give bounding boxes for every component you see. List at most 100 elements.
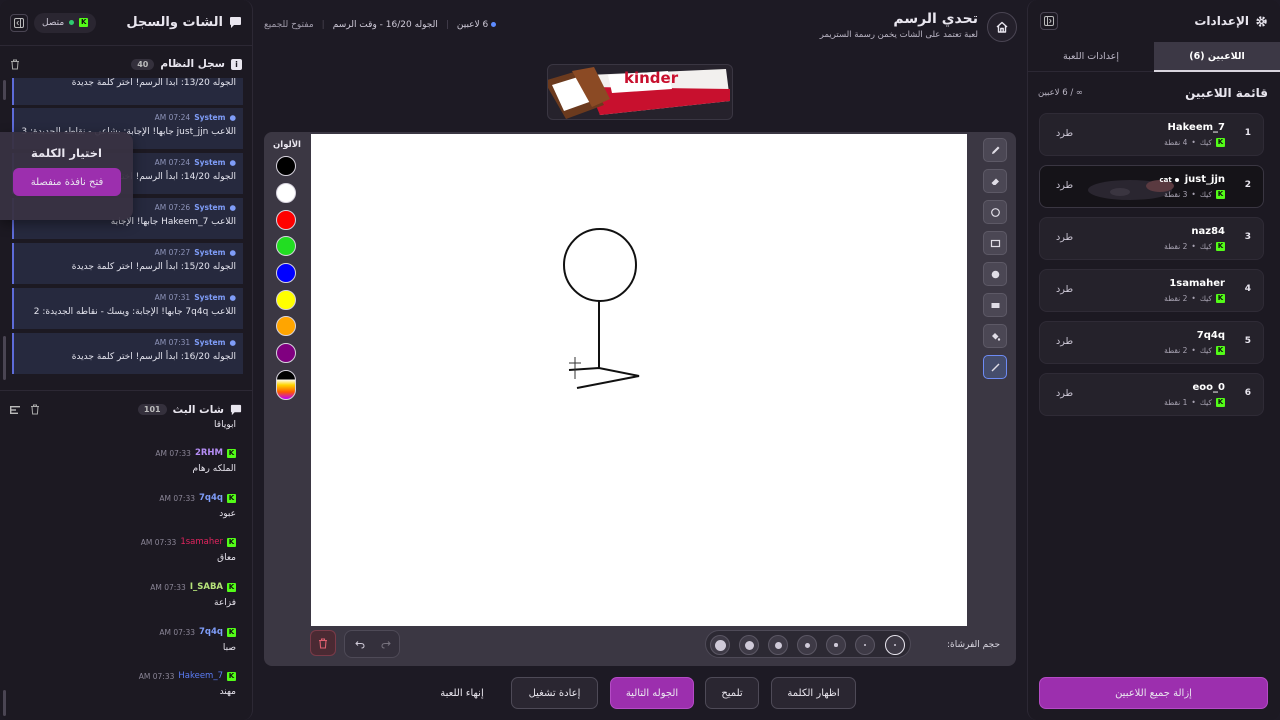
player-platform: كيك — [1199, 190, 1212, 199]
brush-size-option[interactable] — [710, 635, 730, 655]
circle-icon — [990, 207, 1001, 218]
player-name: just_jjn — [1184, 174, 1225, 185]
brush-size-option-selected[interactable] — [885, 635, 905, 655]
player-platform: كيك — [1199, 346, 1212, 355]
circle-tool[interactable] — [983, 200, 1007, 224]
chat-username[interactable]: 2RHM — [195, 448, 223, 458]
chat-message-text: مهند — [219, 687, 236, 697]
next-round-button[interactable]: الجوله التالية — [610, 677, 694, 709]
brush-size-option[interactable] — [797, 635, 817, 655]
player-rank: 4 — [1244, 284, 1251, 294]
system-message: الجوله 13/20: ابدأ الرسم! اختر كلمة جديد… — [12, 78, 243, 105]
collapse-settings-icon[interactable] — [1040, 12, 1058, 30]
home-button[interactable] — [987, 12, 1017, 42]
custom-color-picker[interactable] — [276, 370, 296, 400]
chat-username[interactable]: 7q4q — [199, 493, 223, 503]
kick-logo-icon: K — [1216, 190, 1225, 199]
players-info: 6 لاعبين — [457, 20, 497, 30]
color-swatch-blue[interactable] — [276, 263, 296, 283]
rectangle-tool[interactable] — [983, 231, 1007, 255]
brush-size-option[interactable] — [768, 635, 788, 655]
kick-player-button[interactable]: طرد — [1056, 232, 1073, 243]
color-swatch-yellow[interactable] — [276, 290, 296, 310]
drawing-canvas[interactable] — [311, 134, 967, 626]
chat-username[interactable]: 1samaher — [180, 537, 223, 547]
fill-bucket-tool[interactable] — [983, 324, 1007, 348]
undo-button[interactable] — [349, 633, 371, 655]
player-platform: كيك — [1199, 242, 1212, 251]
system-message: ● System 07:31 AM اللاعب 7q4q جابها! الإجا… — [12, 288, 243, 329]
color-swatch-black[interactable] — [276, 156, 296, 176]
system-message-time: 07:26 AM — [154, 203, 191, 212]
kick-logo-icon: K — [1216, 398, 1225, 407]
player-name: eoo_0 — [1192, 382, 1225, 393]
game-info-bar: 6 لاعبين | الجوله 16/20 - وقت الرسم | مف… — [264, 20, 497, 30]
kick-player-button[interactable]: طرد — [1056, 284, 1073, 295]
system-log-header: 40 سجل النظام i — [0, 52, 252, 76]
chat-message: ابوياقا — [214, 420, 236, 430]
chat-username[interactable]: I_SABA — [190, 582, 223, 592]
kick-logo-icon: K — [227, 448, 236, 458]
reveal-word-button[interactable]: اظهار الكلمة — [771, 677, 856, 709]
filter-icon[interactable] — [10, 405, 20, 415]
system-log-title: سجل النظام — [160, 58, 225, 70]
fill-bucket-icon — [990, 331, 1001, 342]
log-scrollbar-thumb[interactable] — [3, 336, 6, 380]
remove-all-players-button[interactable]: إزالة جميع اللاعبين — [1039, 677, 1268, 709]
chat-message-time: 07:33 AM — [150, 582, 186, 592]
kick-logo-icon: K — [227, 627, 236, 637]
color-swatch-purple[interactable] — [276, 343, 296, 363]
clear-canvas-button[interactable] — [310, 630, 336, 656]
clear-log-icon[interactable] — [10, 59, 20, 70]
drawing-sketch — [563, 228, 640, 389]
kick-player-button[interactable]: طرد — [1056, 128, 1073, 139]
filled-rectangle-tool[interactable] — [983, 293, 1007, 317]
kick-player-button[interactable]: طرد — [1056, 388, 1073, 399]
eraser-tool[interactable] — [983, 169, 1007, 193]
filled-rectangle-icon — [990, 300, 1001, 311]
chat-username[interactable]: 7q4q — [199, 627, 223, 637]
drawer-tag: cat — [1160, 176, 1179, 184]
color-swatch-white[interactable] — [276, 183, 296, 203]
restart-button[interactable]: إعادة تشغيل — [511, 677, 598, 709]
pencil-icon — [990, 145, 1001, 156]
color-swatch-orange[interactable] — [276, 316, 296, 336]
system-message: ● System 07:27 AM الجوله 15/20: ابدأ الرسم… — [12, 243, 243, 284]
chat-message-text: فزاعة — [214, 598, 236, 608]
player-points: 2 نقطة — [1164, 346, 1188, 355]
hint-button[interactable]: تلميح — [705, 677, 759, 709]
log-scrollbar-top[interactable] — [3, 80, 6, 100]
brush-size-option[interactable] — [826, 635, 846, 655]
divider: | — [445, 20, 449, 30]
redo-button[interactable] — [375, 633, 397, 655]
system-message-sender: System — [194, 293, 226, 302]
end-game-button[interactable]: إنهاء اللعبة — [426, 677, 498, 709]
gear-icon — [1255, 15, 1268, 28]
divider: | — [321, 20, 325, 30]
tab-players[interactable]: اللاعبين (6) — [1154, 42, 1280, 72]
brush-bar: حجم الفرشاة: — [264, 626, 1016, 666]
chat-panel: متصل K الشات والسجل 40 سجل النظام i الجو… — [0, 0, 253, 720]
open-separate-window-button[interactable]: فتح نافذة منفصلة — [13, 168, 121, 196]
player-points: 2 نقطة — [1164, 242, 1188, 251]
chat-message-text: صبا — [222, 643, 236, 653]
kick-player-button[interactable]: طرد — [1056, 336, 1073, 347]
tab-game-settings[interactable]: إعدادات اللعبة — [1028, 42, 1154, 72]
brush-size-option[interactable] — [739, 635, 759, 655]
line-tool[interactable] — [983, 355, 1007, 379]
player-rank: 5 — [1244, 336, 1251, 346]
kick-logo-icon: K — [1216, 294, 1225, 303]
rectangle-icon — [990, 238, 1001, 249]
filled-circle-tool[interactable] — [983, 262, 1007, 286]
brush-size-option[interactable] — [855, 635, 875, 655]
player-platform: كيك — [1199, 294, 1212, 303]
chat-username[interactable]: Hakeem_7 — [178, 671, 223, 681]
status-dot-icon — [491, 22, 497, 27]
settings-tabs: إعدادات اللعبة اللاعبين (6) — [1028, 42, 1280, 72]
chocolate-bar-image: kinder — [548, 67, 730, 119]
color-swatch-green[interactable] — [276, 236, 296, 256]
pencil-tool[interactable] — [983, 138, 1007, 162]
kick-player-button[interactable]: طرد — [1056, 180, 1073, 191]
color-swatch-red[interactable] — [276, 210, 296, 230]
collapse-panel-icon[interactable] — [10, 13, 28, 32]
